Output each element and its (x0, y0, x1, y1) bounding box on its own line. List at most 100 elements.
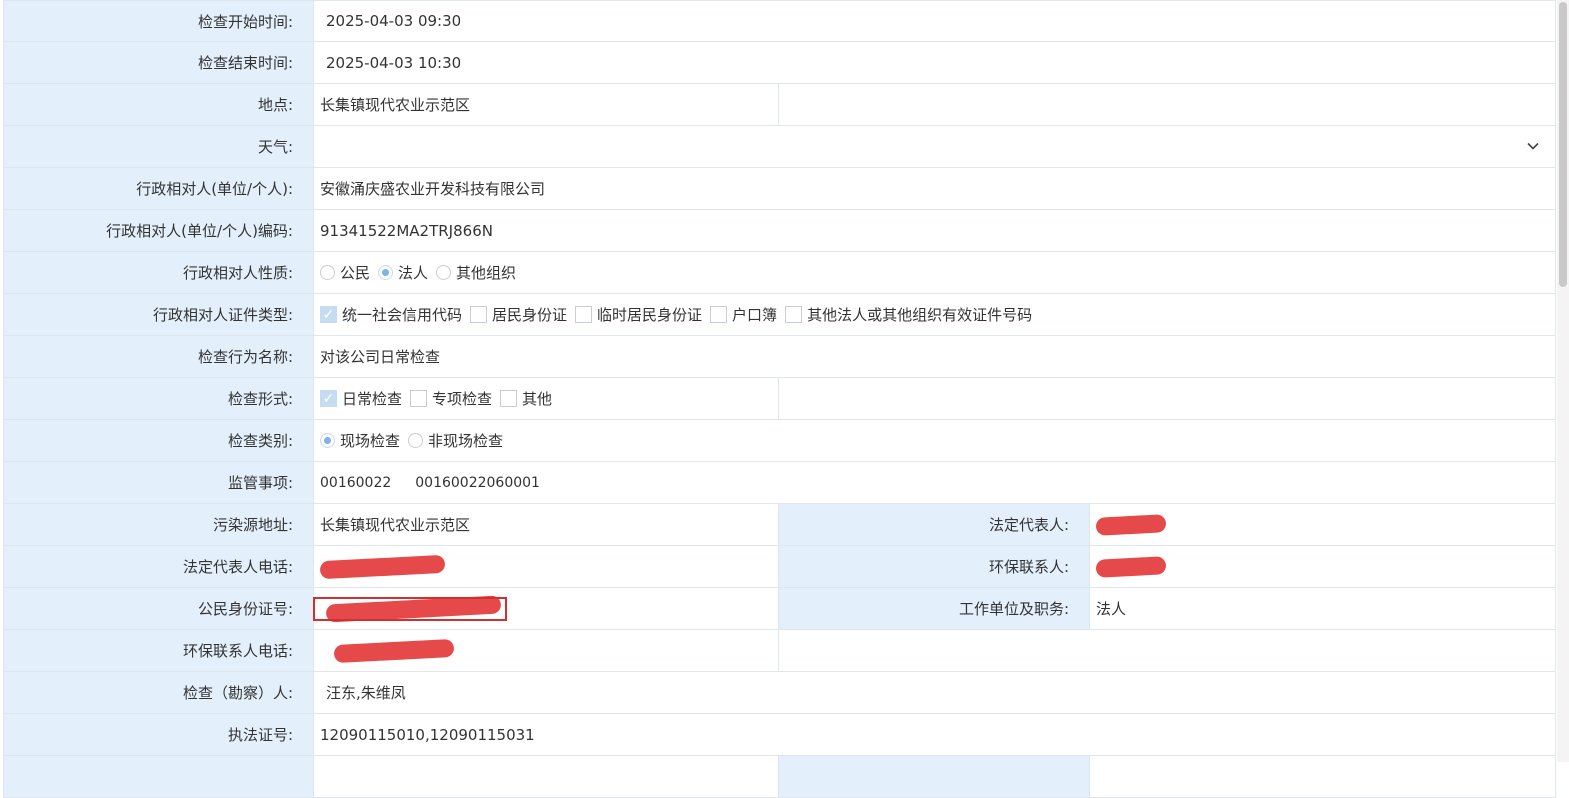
inspectors-value[interactable]: 汪东,朱维凤 (314, 672, 1556, 713)
checkbox-label: 日常检查 (342, 390, 403, 408)
row-supervision: 监管事项: 00160022 00160022060001 (3, 462, 1556, 504)
row-inspection-form: 检查形式: ✓ 日常检查 专项检查 其他 (3, 378, 1556, 420)
inspection-category-label: 检查类别: (3, 420, 314, 461)
weather-label: 天气: (3, 126, 314, 167)
redaction-mark (1095, 513, 1167, 536)
env-contact-phone-extra-cell (779, 630, 1556, 671)
radio-option-onsite[interactable]: 现场检查 (320, 430, 400, 451)
radio-button[interactable] (408, 433, 424, 448)
pollution-address-value[interactable]: 长集镇现代农业示范区 (314, 504, 779, 545)
checkbox-option-other[interactable]: 其他 (500, 388, 552, 409)
inspection-name-value[interactable]: 对该公司日常检查 (314, 336, 1556, 377)
inspection-form-options: ✓ 日常检查 专项检查 其他 (314, 378, 779, 419)
start-time-label: 检查开始时间: (3, 1, 314, 41)
inspection-category-options: 现场检查 非现场检查 (314, 420, 1556, 461)
radio-option-other-org[interactable]: 其他组织 (436, 262, 516, 283)
supervision-value: 00160022 00160022060001 (314, 462, 1556, 503)
radio-label: 其他组织 (456, 264, 517, 282)
legal-rep-label: 法定代表人: (779, 504, 1090, 545)
citizen-id-label: 公民身份证号: (3, 588, 314, 629)
row-start-time: 检查开始时间: 2025-04-03 09:30 (3, 0, 1556, 42)
redaction-mark (1095, 555, 1167, 578)
row-inspection-name: 检查行为名称: 对该公司日常检查 (3, 336, 1556, 378)
end-time-value[interactable]: 2025-04-03 10:30 (314, 42, 1556, 83)
inspection-form-label: 检查形式: (3, 378, 314, 419)
row-pollution-address: 污染源地址: 长集镇现代农业示范区 法定代表人: (3, 504, 1556, 546)
party-code-value[interactable]: 91341522MA2TRJ866N (314, 210, 1556, 251)
checkbox-option-special[interactable]: 专项检查 (410, 388, 492, 409)
end-time-label: 检查结束时间: (3, 42, 314, 83)
radio-button-selected[interactable] (378, 265, 394, 280)
license-no-label: 执法证号: (3, 714, 314, 755)
row-party-nature: 行政相对人性质: 公民 法人 其他组织 (3, 252, 1556, 294)
checkbox[interactable] (575, 306, 593, 323)
partial-label-2 (779, 756, 1090, 797)
row-legal-rep-phone: 法定代表人电话: 环保联系人: (3, 546, 1556, 588)
row-partial (3, 756, 1556, 798)
radio-button[interactable] (436, 265, 452, 280)
radio-option-citizen[interactable]: 公民 (320, 262, 370, 283)
radio-label: 公民 (340, 264, 371, 282)
work-unit-value[interactable]: 法人 (1090, 588, 1556, 629)
row-env-contact-phone: 环保联系人电话: (3, 630, 1556, 672)
row-party: 行政相对人(单位/个人): 安徽涌庆盛农业开发科技有限公司 (3, 168, 1556, 210)
supervision-subcode: 00160022060001 (415, 474, 540, 491)
supervision-code: 00160022 (320, 474, 392, 491)
partial-value-2 (1090, 756, 1556, 797)
checkbox-option-daily[interactable]: ✓ 日常检查 (320, 388, 402, 409)
row-inspectors: 检查（勘察）人: 汪东,朱维凤 (3, 672, 1556, 714)
partial-label (3, 756, 314, 797)
vertical-scrollbar[interactable] (1557, 0, 1569, 762)
weather-select[interactable] (314, 126, 1556, 167)
supervision-label: 监管事项: (3, 462, 314, 503)
checkbox-option-id-card[interactable]: 居民身份证 (470, 304, 567, 325)
radio-option-legal-person[interactable]: 法人 (378, 262, 428, 283)
chevron-down-icon[interactable] (1527, 139, 1539, 154)
radio-option-offsite[interactable]: 非现场检查 (408, 430, 503, 451)
party-label: 行政相对人(单位/个人): (3, 168, 314, 209)
work-unit-label: 工作单位及职务: (779, 588, 1090, 629)
redaction-mark (333, 638, 455, 663)
row-license-no: 执法证号: 12090115010,12090115031 (3, 714, 1556, 756)
checkbox-option-household[interactable]: 户口簿 (710, 304, 777, 325)
checkbox-label: 专项检查 (432, 390, 493, 408)
legal-rep-value[interactable] (1090, 504, 1556, 545)
checkbox-label: 其他 (522, 390, 553, 408)
checkbox-checked[interactable]: ✓ (320, 390, 337, 407)
location-value[interactable]: 长集镇现代农业示范区 (314, 84, 779, 125)
checkbox-option-credit-code[interactable]: ✓ 统一社会信用代码 (320, 304, 462, 325)
checkbox-label: 临时居民身份证 (597, 306, 703, 324)
checkbox-option-temp-id[interactable]: 临时居民身份证 (575, 304, 702, 325)
row-party-code: 行政相对人(单位/个人)编码: 91341522MA2TRJ866N (3, 210, 1556, 252)
checkbox-label: 统一社会信用代码 (342, 306, 463, 324)
checkbox[interactable] (410, 390, 428, 407)
redaction-mark (319, 554, 446, 579)
checkbox[interactable] (710, 306, 728, 323)
scrollbar-thumb[interactable] (1559, 2, 1567, 287)
radio-button[interactable] (320, 265, 335, 280)
location-extra-cell (779, 84, 1556, 125)
checkbox[interactable] (785, 306, 803, 323)
radio-button-selected[interactable] (320, 433, 335, 448)
start-time-value[interactable]: 2025-04-03 09:30 (314, 1, 1556, 41)
env-contact-value[interactable] (1090, 546, 1556, 587)
checkbox-checked[interactable]: ✓ (320, 306, 337, 323)
checkbox-label: 户口簿 (732, 306, 778, 324)
party-code-label: 行政相对人(单位/个人)编码: (3, 210, 314, 251)
row-location: 地点: 长集镇现代农业示范区 (3, 84, 1556, 126)
checkbox[interactable] (470, 306, 488, 323)
checkbox-option-other-cert[interactable]: 其他法人或其他组织有效证件号码 (785, 304, 1032, 325)
party-value[interactable]: 安徽涌庆盛农业开发科技有限公司 (314, 168, 1556, 209)
license-no-value[interactable]: 12090115010,12090115031 (314, 714, 1556, 755)
cert-type-label: 行政相对人证件类型: (3, 294, 314, 335)
checkbox[interactable] (500, 390, 518, 407)
inspection-name-label: 检查行为名称: (3, 336, 314, 377)
row-inspection-category: 检查类别: 现场检查 非现场检查 (3, 420, 1556, 462)
legal-rep-phone-value[interactable] (314, 546, 779, 587)
inspection-form-extra-cell (779, 378, 1556, 419)
radio-label: 法人 (398, 264, 429, 282)
party-nature-label: 行政相对人性质: (3, 252, 314, 293)
inspectors-label: 检查（勘察）人: (3, 672, 314, 713)
env-contact-phone-value[interactable] (314, 630, 779, 671)
checkbox-label: 其他法人或其他组织有效证件号码 (807, 306, 1033, 324)
